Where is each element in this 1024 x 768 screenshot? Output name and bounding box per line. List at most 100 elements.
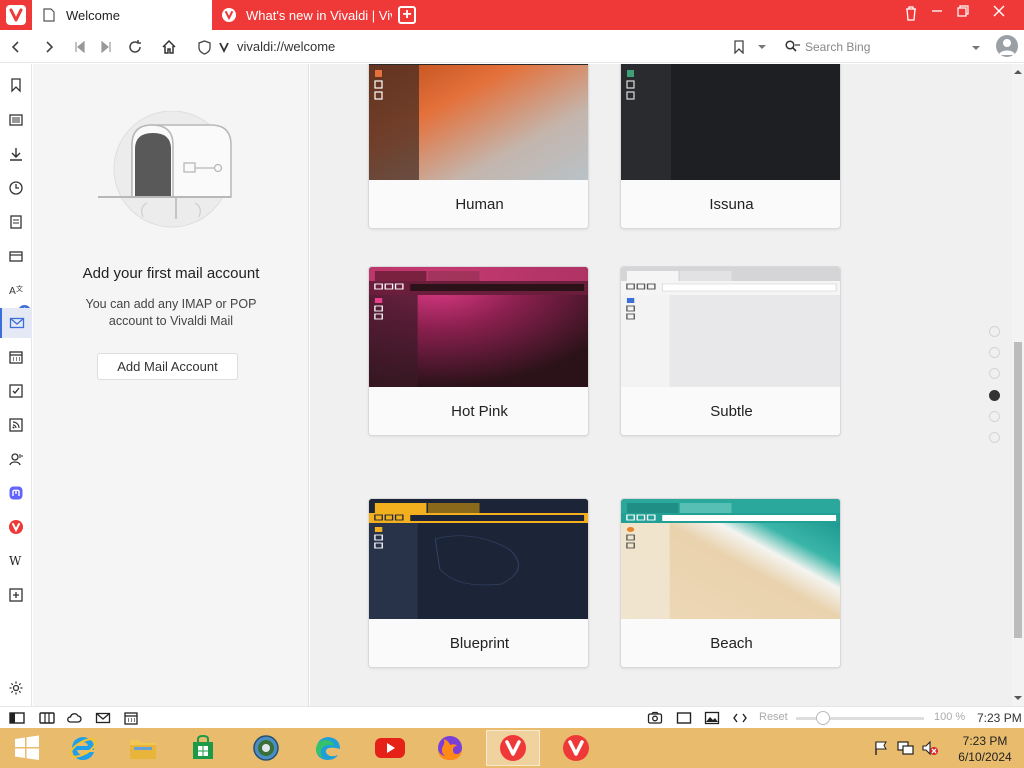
mail-panel-title: Add your first mail account	[82, 265, 260, 282]
firefox-icon[interactable]	[423, 730, 477, 766]
pager-dot[interactable]	[989, 347, 1000, 358]
theme-name: Human	[369, 180, 588, 228]
feeds-icon[interactable]	[5, 414, 27, 436]
pager-dot[interactable]	[989, 326, 1000, 337]
tab-welcome[interactable]: Welcome	[32, 0, 212, 30]
svg-text:W: W	[9, 554, 22, 568]
zoom-level: 100 %	[934, 711, 966, 723]
chevron-down-icon[interactable]	[751, 36, 773, 58]
network-tray-icon[interactable]	[897, 740, 915, 756]
notes-icon[interactable]	[5, 211, 27, 233]
url-field[interactable]: vivaldi://welcome	[237, 39, 335, 54]
fast-forward-button[interactable]	[95, 36, 117, 58]
bookmark-icon[interactable]	[728, 36, 750, 58]
new-tab-button[interactable]: +	[398, 6, 416, 24]
theme-card-blueprint[interactable]: Blueprint	[368, 498, 589, 668]
store-icon[interactable]	[176, 730, 230, 766]
theme-name: Hot Pink	[369, 387, 588, 435]
theme-card-human[interactable]: Human	[368, 64, 589, 229]
reload-button[interactable]	[124, 36, 146, 58]
sync-cloud-icon[interactable]	[66, 710, 82, 726]
theme-card-subtle[interactable]: Subtle	[620, 266, 841, 436]
translate-icon[interactable]: A文	[5, 279, 27, 301]
reading-list-icon[interactable]	[5, 109, 27, 131]
pager-dot-active[interactable]	[989, 390, 1000, 401]
youtube-icon[interactable]	[363, 730, 417, 766]
address-bar: vivaldi://welcome Search Bing	[0, 30, 1024, 63]
add-mail-account-button[interactable]: Add Mail Account	[97, 353, 238, 380]
vivaldi-taskbar-icon[interactable]	[486, 730, 540, 766]
settings-icon[interactable]	[5, 677, 27, 699]
calendar-icon[interactable]	[5, 346, 27, 368]
theme-name: Blueprint	[369, 619, 588, 667]
mail-panel-icon[interactable]	[0, 308, 32, 338]
panel-sidebar: 1 A文 W	[0, 64, 32, 706]
edge-icon[interactable]	[301, 730, 355, 766]
vivaldi-panel-icon[interactable]	[5, 516, 27, 538]
theme-card-issuna[interactable]: Issuna	[620, 64, 841, 229]
theme-name: Beach	[621, 619, 840, 667]
tab-bar: Welcome What's new in Vivaldi | Viv +	[0, 0, 1024, 30]
volume-muted-icon[interactable]	[921, 740, 939, 756]
scroll-down-icon[interactable]	[1012, 693, 1024, 703]
search-placeholder: Search Bing	[805, 40, 871, 54]
scroll-up-icon[interactable]	[1012, 67, 1024, 77]
panel-toggle-icon[interactable]	[9, 710, 25, 726]
theme-card-hot-pink[interactable]: Hot Pink	[368, 266, 589, 436]
mail-status-icon[interactable]	[95, 710, 111, 726]
wikipedia-icon[interactable]: W	[5, 550, 27, 572]
internet-explorer-icon[interactable]	[56, 730, 110, 766]
restore-button[interactable]	[948, 0, 978, 24]
status-bar: Reset 100 % 7:23 PM	[0, 706, 1024, 728]
pager-dot[interactable]	[989, 411, 1000, 422]
page-actions-icon[interactable]	[732, 710, 748, 726]
bookmarks-icon[interactable]	[5, 74, 27, 96]
svg-text:A: A	[9, 286, 16, 297]
add-panel-icon[interactable]	[5, 584, 27, 606]
shield-icon[interactable]	[193, 36, 215, 58]
mail-icon[interactable]	[5, 245, 27, 267]
tab-tiling-icon[interactable]	[39, 710, 55, 726]
theme-name: Issuna	[621, 180, 840, 228]
pager-dot[interactable]	[989, 432, 1000, 443]
search-engine-chevron-icon[interactable]	[971, 43, 981, 53]
theme-card-beach[interactable]: Beach	[620, 498, 841, 668]
vivaldi-snapshot-taskbar-icon[interactable]	[549, 730, 603, 766]
page-scrollbar[interactable]	[1012, 64, 1024, 706]
capture-icon[interactable]	[647, 710, 663, 726]
rewind-button[interactable]	[69, 36, 91, 58]
tasks-icon[interactable]	[5, 380, 27, 402]
calendar-status-icon[interactable]	[123, 710, 139, 726]
vivaldi-menu-icon[interactable]	[6, 5, 26, 25]
downloads-icon[interactable]	[5, 143, 27, 165]
back-button[interactable]	[5, 36, 27, 58]
theme-preview	[369, 499, 588, 619]
vivaldi-tab-icon	[222, 8, 236, 22]
zoom-reset[interactable]: Reset	[759, 711, 788, 723]
forward-button[interactable]	[38, 36, 60, 58]
home-button[interactable]	[158, 36, 180, 58]
vivaldi-site-icon[interactable]	[213, 36, 235, 58]
tab-whats-new[interactable]: What's new in Vivaldi | Viv	[212, 0, 392, 30]
tray-clock[interactable]: 7:23 PM 6/10/2024	[953, 733, 1017, 765]
windows-start-icon[interactable]	[0, 730, 54, 766]
scrollbar-thumb[interactable]	[1014, 342, 1022, 638]
mastodon-icon[interactable]	[5, 482, 27, 504]
flag-tray-icon[interactable]	[873, 740, 889, 756]
theme-preview	[621, 64, 840, 180]
window-size-icon[interactable]	[676, 710, 692, 726]
globe-app-icon[interactable]	[239, 730, 293, 766]
pager-dot[interactable]	[989, 368, 1000, 379]
welcome-page-content: Human Issuna Hot Pink Subtle Blueprint B…	[310, 64, 1012, 706]
profile-avatar[interactable]	[996, 35, 1018, 57]
page-icon	[42, 8, 56, 22]
close-button[interactable]	[984, 0, 1014, 24]
file-explorer-icon[interactable]	[116, 730, 170, 766]
search-field[interactable]: Search Bing	[783, 35, 991, 59]
svg-text:文: 文	[16, 284, 23, 293]
images-icon[interactable]	[704, 710, 720, 726]
contacts-icon[interactable]	[5, 448, 27, 470]
zoom-slider-knob[interactable]	[816, 711, 830, 725]
mailbox-illustration	[98, 111, 232, 228]
history-icon[interactable]	[5, 177, 27, 199]
